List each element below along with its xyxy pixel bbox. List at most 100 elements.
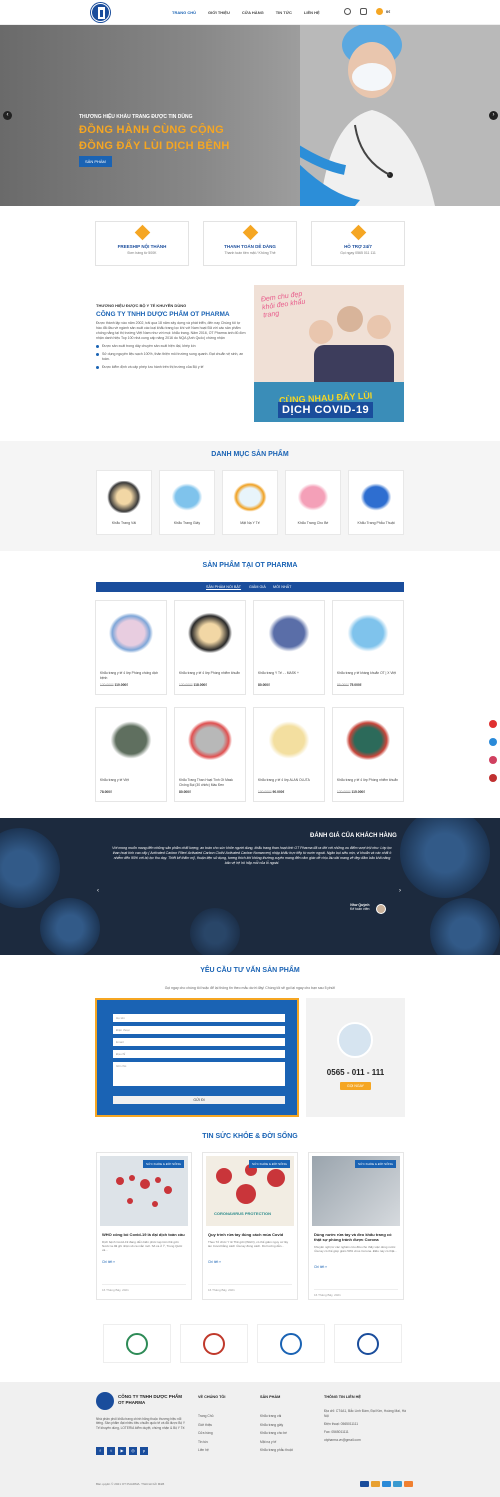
product-name[interactable]: Khẩu trang y tế 4 lớp Phòng nhiễm khuẩn	[179, 671, 241, 680]
product-name[interactable]: Khẩu trang y tế 4 lớp Phòng nhiễm khuẩn	[337, 778, 399, 787]
footer-link[interactable]: Trang Chủ	[198, 1412, 213, 1421]
hero-banner: THƯƠNG HIỆU KHẨU TRANG ĐƯỢC TIN DÙNG ĐỒN…	[0, 23, 500, 206]
nav-shop[interactable]: CỬA HÀNG	[242, 10, 264, 15]
discover-icon	[404, 1481, 413, 1487]
footer-link[interactable]: Cửa hàng	[198, 1429, 213, 1438]
tab-featured[interactable]: SẢN PHẨM NỔI BẬT	[206, 585, 241, 589]
hero-prev-arrow-icon[interactable]: ‹	[3, 111, 12, 120]
hero-next-arrow-icon[interactable]: ›	[489, 111, 498, 120]
category-card[interactable]: Khẩu Trang Cho Bé	[285, 470, 341, 535]
footer-link[interactable]: Khẩu trang cho bé	[260, 1429, 293, 1438]
footer-link[interactable]: Khẩu trang giấy	[260, 1421, 293, 1430]
partner-logo[interactable]	[334, 1324, 402, 1363]
name-field[interactable]: Họ tên	[113, 1014, 285, 1022]
product-card[interactable]: Khẩu trang y tế kháng khuẩn OT | X Việt …	[332, 600, 404, 695]
news-tag[interactable]: SỨC KHỎE & ĐỜI SỐNG	[249, 1160, 290, 1168]
footer-link[interactable]: Tin tức	[198, 1438, 213, 1447]
virus-decoration	[40, 898, 100, 955]
feature-support: HỖ TRỢ 24/7 Gọi ngay 0565 011 111	[311, 221, 405, 266]
product-price: 100.000₫ 90.000₫	[258, 790, 320, 794]
cart-icon[interactable]	[376, 8, 383, 15]
feature-sub: Gọi ngay 0565 011 111	[340, 251, 376, 255]
news-tag[interactable]: SỨC KHỎE & ĐỜI SỐNG	[143, 1160, 184, 1168]
youtube-icon[interactable]: ▶	[118, 1447, 126, 1455]
submit-button[interactable]: GỬI ĐI	[113, 1096, 285, 1104]
call-now-button[interactable]: GỌI NGAY	[340, 1082, 371, 1090]
user-icon[interactable]	[360, 8, 367, 15]
news-more-link[interactable]: Chi tiết »	[208, 1260, 292, 1264]
tab-new[interactable]: MỚI NHẤT	[273, 585, 291, 589]
news-headline[interactable]: Quy trình rửa tay đúng cách mùa Covid	[208, 1232, 292, 1237]
product-card[interactable]: Khẩu trang y tế 4 lớp Phòng nhiễm khuẩn …	[174, 600, 246, 695]
facebook-icon[interactable]: f	[96, 1447, 104, 1455]
logo[interactable]	[91, 3, 110, 22]
category-card[interactable]: Khẩu Trang Vải	[96, 470, 152, 535]
sale-price: 78.000₫	[100, 790, 112, 794]
messenger-icon[interactable]	[489, 756, 497, 764]
paypal-icon	[382, 1481, 391, 1487]
review-next-icon[interactable]: ›	[399, 888, 401, 894]
search-icon[interactable]	[344, 8, 351, 15]
category-card[interactable]: Mặt Nạ Y Tế	[222, 470, 278, 535]
hero-heading: ĐỒNG HÀNH CÙNG CỘNG ĐỒNG ĐẨY LÙI DỊCH BỆ…	[79, 122, 230, 154]
address-field[interactable]: Địa chỉ	[113, 1050, 285, 1058]
footer-link[interactable]: Mặt nạ y tế	[260, 1438, 293, 1447]
review-text: Với mong muốn mang đến những sản phẩm ch…	[112, 846, 392, 865]
news-card[interactable]: CORONAVIRUS PROTECTION SỨC KHỎE & ĐỜI SỐ…	[202, 1152, 298, 1300]
email-field[interactable]: Email	[113, 1038, 285, 1046]
news-more-link[interactable]: Chi tiết »	[102, 1260, 186, 1264]
partner-logo[interactable]	[103, 1324, 171, 1363]
news-image: CORONAVIRUS PROTECTION SỨC KHỎE & ĐỜI SỐ…	[206, 1156, 294, 1226]
phone-icon[interactable]	[489, 720, 497, 728]
nav-news[interactable]: TIN TỨC	[276, 10, 292, 15]
product-card[interactable]: Khẩu trang Y Tế - - MASK + 80.000₫	[253, 600, 325, 695]
product-card[interactable]: Khẩu trang y tế 4 lớp Phòng nhiễm khuẩn …	[332, 707, 404, 802]
floating-contact	[489, 720, 497, 782]
footer-logo[interactable]	[96, 1392, 114, 1410]
twitter-icon[interactable]: t	[107, 1447, 115, 1455]
product-card[interactable]: Khẩu trang y tế Việt 78.000₫	[95, 707, 167, 802]
news-tag[interactable]: SỨC KHỎE & ĐỜI SỐNG	[355, 1160, 396, 1168]
product-card[interactable]: Khẩu Trang Than Hoạt Tính Ot Mask Chống …	[174, 707, 246, 802]
zalo-icon[interactable]	[489, 738, 497, 746]
pinterest-icon[interactable]: p	[140, 1447, 148, 1455]
footer-link[interactable]: Khẩu trang vải	[260, 1412, 293, 1421]
news-more-link[interactable]: Chi tiết »	[314, 1265, 398, 1269]
product-name[interactable]: Khẩu Trang Than Hoạt Tính Ot Mask Chống …	[179, 778, 241, 787]
mail-icon[interactable]	[489, 774, 497, 782]
note-field[interactable]: Ghi chú	[113, 1062, 285, 1086]
virus-decoration	[190, 908, 240, 955]
news-headline[interactable]: Dùng nước rửa tay và đeo khẩu trang có t…	[314, 1232, 398, 1242]
product-name[interactable]: Khẩu trang Y Tế - - MASK +	[258, 671, 320, 680]
partner-logo[interactable]	[257, 1324, 325, 1363]
nav-contact[interactable]: LIÊN HỆ	[304, 10, 320, 15]
product-name[interactable]: Khẩu trang y tế kháng khuẩn OT | X Việt	[337, 671, 399, 680]
site-footer	[0, 1382, 500, 1497]
phone-field[interactable]: Điện thoại	[113, 1026, 285, 1034]
product-name[interactable]: Khẩu trang y tế Việt	[100, 778, 162, 787]
instagram-icon[interactable]: ◎	[129, 1447, 137, 1455]
nav-about[interactable]: GIỚI THIỆU	[208, 10, 230, 15]
feature-title: HỖ TRỢ 24/7	[344, 244, 372, 249]
news-card[interactable]: SỨC KHỎE & ĐỜI SỐNG WHO công bố Covid-19…	[96, 1152, 192, 1300]
product-card[interactable]: Khẩu trang y tế 4 lớp ALAN OLUTA 100.000…	[253, 707, 325, 802]
product-name[interactable]: Khẩu trang y tế 4 lớp ALAN OLUTA	[258, 778, 320, 787]
footer-link[interactable]: Khẩu trang phẫu thuật	[260, 1446, 293, 1455]
review-prev-icon[interactable]: ‹	[97, 888, 99, 894]
footer-link[interactable]: Liên hệ	[198, 1446, 213, 1455]
category-card[interactable]: Khẩu Trang Giấy	[159, 470, 215, 535]
old-price: 120.000₫	[100, 683, 114, 687]
tab-sale[interactable]: GIẢM GIÁ	[249, 585, 266, 589]
footer-email[interactable]: otpharma.vn@gmail.com	[324, 1438, 408, 1443]
nav-home[interactable]: TRANG CHỦ	[172, 10, 196, 15]
news-headline[interactable]: WHO công bố Covid-19 là đại dịch toàn cầ…	[102, 1232, 186, 1237]
news-card[interactable]: SỨC KHỎE & ĐỜI SỐNG Dùng nước rửa tay và…	[308, 1152, 404, 1300]
product-name[interactable]: Khẩu trang y tế 4 lớp Phòng chống dịch b…	[100, 671, 162, 680]
product-image	[344, 611, 392, 655]
partner-logo[interactable]	[180, 1324, 248, 1363]
products-title: SẢN PHẨM TẠI OT PHARMA	[202, 562, 298, 569]
footer-link[interactable]: Giới thiệu	[198, 1421, 213, 1430]
product-card[interactable]: Khẩu trang y tế 4 lớp Phòng chống dịch b…	[95, 600, 167, 695]
hero-products-button[interactable]: SẢN PHẨM	[79, 156, 112, 167]
category-card[interactable]: Khẩu Trang Phẫu Thuật	[348, 470, 404, 535]
